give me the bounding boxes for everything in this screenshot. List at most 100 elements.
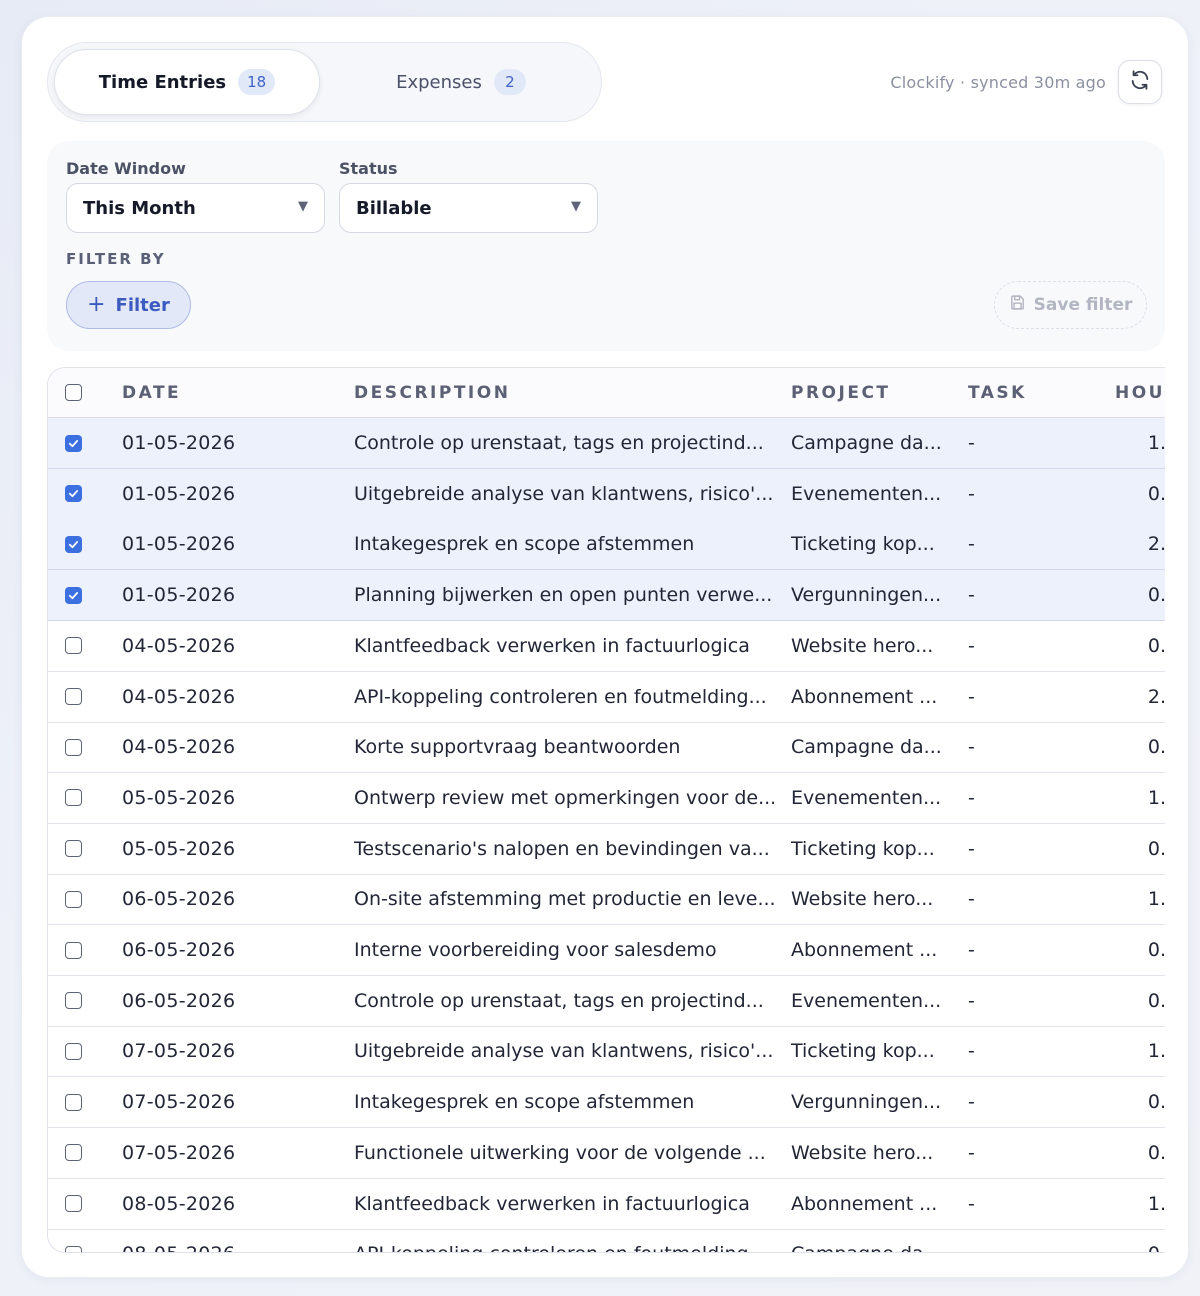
table-row[interactable]: 05-05-2026 Ontwerp review met opmerkingen…	[48, 773, 1165, 824]
column-header-date[interactable]: DATE	[122, 368, 342, 417]
date-cell: 04-05-2026	[122, 634, 236, 657]
refresh-button[interactable]	[1118, 60, 1162, 104]
project-cell: Evenementen...	[791, 989, 942, 1012]
hours-cell: 0.	[1147, 837, 1165, 860]
tab-bar: Time Entries 18 Expenses 2	[47, 42, 602, 122]
date-cell: 04-05-2026	[122, 736, 236, 759]
hours-cell: 0.	[1147, 1091, 1165, 1114]
table-row[interactable]: 04-05-2026 Korte supportvraag beantwoorde…	[48, 722, 1165, 774]
row-checkbox[interactable]	[65, 1195, 82, 1212]
row-checkbox[interactable]	[65, 789, 82, 807]
date-cell: 06-05-2026	[122, 939, 236, 961]
row-checkbox[interactable]	[65, 941, 82, 959]
row-select-cell	[65, 1128, 89, 1178]
select-all-cell	[65, 368, 89, 417]
table-row[interactable]: 08-05-2026 Klantfeedback verwerken in fac…	[48, 1179, 1165, 1230]
select-all-checkbox[interactable]	[65, 384, 82, 401]
description-cell: API-koppeling controleren en foutmelding…	[354, 685, 767, 708]
count-badge: 18	[238, 69, 276, 95]
time-entries-table: DATE DESCRIPTION PROJECT TASK HOUI 01-05…	[47, 367, 1165, 1253]
time-entries-card: Time Entries 18 Expenses 2 Clockify · sy…	[21, 16, 1189, 1278]
project-cell: Website hero...	[791, 634, 934, 657]
row-checkbox[interactable]	[65, 840, 82, 858]
task-cell: -	[968, 939, 975, 961]
table-row[interactable]: 07-05-2026 Intakegesprek en scope afstemm…	[48, 1077, 1165, 1129]
row-checkbox[interactable]	[65, 1144, 82, 1162]
table-row[interactable]: 01-05-2026 Planning bijwerken en open pun…	[48, 570, 1165, 622]
status-select[interactable]: Billable ▼	[339, 183, 598, 233]
tab-label: Expenses	[396, 71, 482, 93]
row-checkbox[interactable]	[65, 1245, 82, 1252]
table-row[interactable]: 06-05-2026 On-site afstemming met product…	[48, 874, 1165, 926]
description-cell: Interne voorbereiding voor salesdemo	[354, 939, 717, 961]
table-row[interactable]: 07-05-2026 Functionele uitwerking voor de…	[48, 1128, 1165, 1179]
column-header-description[interactable]: DESCRIPTION	[354, 368, 774, 417]
column-header-hours[interactable]: HOUI	[1115, 368, 1165, 417]
table-row[interactable]: 05-05-2026 Testscenario's nalopen en bevi…	[48, 824, 1165, 875]
date-cell: 01-05-2026	[122, 584, 236, 607]
tab-expenses[interactable]: Expenses 2	[324, 49, 598, 115]
column-header-project[interactable]: PROJECT	[791, 368, 951, 417]
project-cell: Campagne da...	[791, 1229, 951, 1252]
hours-cell: 0.	[1147, 736, 1165, 759]
row-checkbox[interactable]	[65, 434, 82, 452]
row-checkbox[interactable]	[65, 586, 82, 604]
column-header-task[interactable]: TASK	[968, 368, 1068, 417]
description-cell: Planning bijwerken en open punten verwe.…	[354, 584, 773, 607]
save-filter-button[interactable]: Save filter	[994, 281, 1147, 329]
date-cell: 07-05-2026	[122, 1091, 236, 1114]
description-cell: Korte supportvraag beantwoorden	[354, 736, 681, 759]
project-cell: Ticketing kop...	[791, 1040, 935, 1063]
task-cell: -	[968, 584, 975, 607]
task-cell: -	[968, 1192, 975, 1215]
task-cell: -	[968, 1141, 975, 1164]
description-cell: Controle op urenstaat, tags en projectin…	[354, 432, 764, 454]
add-filter-button[interactable]: + Filter	[66, 281, 191, 329]
plus-icon: +	[87, 292, 106, 317]
table-row[interactable]: 01-05-2026 Controle op urenstaat, tags en…	[48, 418, 1165, 469]
row-checkbox[interactable]	[65, 535, 82, 553]
project-cell: Vergunningen...	[791, 584, 942, 607]
row-checkbox[interactable]	[65, 485, 82, 503]
table-row[interactable]: 06-05-2026 Interne voorbereiding voor sal…	[48, 925, 1165, 976]
table-row[interactable]: 01-05-2026 Uitgebreide analyse van klantw…	[48, 468, 1165, 520]
table-row[interactable]: 07-05-2026 Uitgebreide analyse van klantw…	[48, 1026, 1165, 1078]
hours-cell: 0.	[1147, 584, 1165, 607]
project-cell: Evenementen...	[791, 482, 942, 505]
table-row[interactable]: 04-05-2026 API-koppeling controleren en f…	[48, 672, 1165, 723]
project-cell: Abonnement ...	[791, 939, 938, 961]
task-cell: -	[968, 989, 975, 1012]
description-cell: Functionele uitwerking voor de volgende …	[354, 1141, 766, 1164]
save-filter-label: Save filter	[1033, 295, 1133, 315]
date-cell: 01-05-2026	[122, 432, 236, 454]
date-window-select[interactable]: This Month ▼	[66, 183, 325, 233]
date-cell: 05-05-2026	[122, 837, 236, 860]
description-cell: Testscenario's nalopen en bevindingen va…	[354, 837, 770, 860]
date-window-label: Date Window	[66, 159, 186, 178]
row-checkbox[interactable]	[65, 738, 82, 756]
task-cell: -	[968, 888, 975, 911]
hours-cell: 1.	[1147, 888, 1165, 911]
row-select-cell	[65, 722, 89, 772]
table-row[interactable]: 01-05-2026 Intakegesprek en scope afstemm…	[48, 519, 1165, 571]
date-cell: 06-05-2026	[122, 989, 236, 1012]
project-cell: Abonnement ...	[791, 1192, 938, 1215]
table-header-row: DATE DESCRIPTION PROJECT TASK HOUI	[48, 368, 1165, 418]
hours-cell: 0.	[1147, 634, 1165, 657]
chevron-down-icon: ▼	[571, 199, 581, 214]
table-row[interactable]: 04-05-2026 Klantfeedback verwerken in fac…	[48, 621, 1165, 672]
row-checkbox[interactable]	[65, 1093, 82, 1111]
table-row[interactable]: 06-05-2026 Controle op urenstaat, tags en…	[48, 976, 1165, 1027]
row-checkbox[interactable]	[65, 1042, 82, 1060]
refresh-icon	[1129, 69, 1151, 95]
project-cell: Vergunningen...	[791, 1091, 942, 1114]
tab-time-entries[interactable]: Time Entries 18	[54, 49, 320, 115]
row-checkbox[interactable]	[65, 637, 82, 655]
date-cell: 01-05-2026	[122, 482, 236, 505]
row-select-cell	[65, 824, 89, 874]
table-row[interactable]: 08-05-2026 API-koppeling controleren en f…	[48, 1229, 1165, 1252]
row-checkbox[interactable]	[65, 992, 82, 1010]
row-checkbox[interactable]	[65, 890, 82, 908]
row-checkbox[interactable]	[65, 688, 82, 705]
row-select-cell	[65, 773, 89, 823]
